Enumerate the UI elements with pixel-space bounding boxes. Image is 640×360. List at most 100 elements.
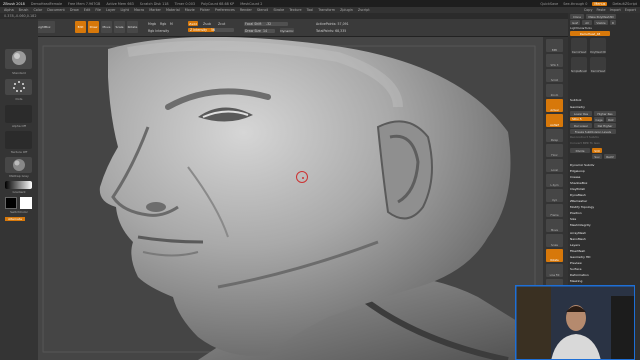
see-through-slider[interactable]: See-through 0 [563,2,587,6]
menu-item-preferences[interactable]: Preferences [215,8,235,12]
geometry-hd-section[interactable]: Geometry HD [570,255,590,259]
frame-button[interactable]: Frame [546,204,563,217]
actual-button[interactable]: Actual [546,99,563,112]
rotate-view-button[interactable]: Rotate [546,249,563,262]
deformation-section[interactable]: Deformation [570,273,589,277]
menu-item-layer[interactable]: Layer [106,8,115,12]
scroll-button[interactable]: Scroll [546,69,563,82]
stroke-thumbnail[interactable] [5,79,32,95]
paste-button[interactable]: Paste [596,8,605,12]
texture-thumbnail[interactable] [5,131,32,149]
export-button[interactable]: Export [625,8,636,12]
menu-item-texture[interactable]: Texture [289,8,301,12]
alpha-thumbnail[interactable] [5,105,32,123]
fibermesh-section[interactable]: FiberMesh [570,249,585,253]
make-polymesh-button[interactable]: Make PolyMesh3D [586,14,616,19]
higher-res-button[interactable]: Higher Res [594,111,616,116]
menu-item-render[interactable]: Render [240,8,252,12]
bpr-button[interactable]: BPR [546,39,563,52]
convert-bpr-button[interactable]: Convert BPR To Geo [570,141,600,145]
move-button[interactable]: Move [101,21,112,33]
main-color-swatch[interactable] [5,197,17,209]
lsym-button[interactable]: L.Sym [546,174,563,187]
freeze-subdiv-button[interactable]: Freeze SubDivision Levels [570,129,616,134]
zsub-button[interactable]: Zsub [203,22,211,26]
tool-thumb-simplebrush[interactable]: SimpleBrush [571,57,587,73]
menu-item-draw[interactable]: Draw [70,8,79,12]
menu-item-material[interactable]: Material [166,8,180,12]
dynamic-subdiv-section[interactable]: Dynamic Subdiv [570,163,594,167]
meshintegrity-section[interactable]: MeshIntegrity [570,223,591,227]
edgeloop-section[interactable]: EdgeLoop [570,169,585,173]
zcut-button[interactable]: Zcut [218,22,225,26]
alternate-button[interactable]: Alternate [5,217,25,221]
menu-item-edit[interactable]: Edit [84,8,91,12]
menus-button[interactable]: Menus [592,1,608,6]
position-section[interactable]: Position [570,211,582,215]
menu-item-file[interactable]: File [95,8,101,12]
import-button[interactable]: Import [610,8,621,12]
menu-item-zplugin[interactable]: Zplugin [340,8,353,12]
gradient-swatch[interactable] [5,181,32,189]
menu-item-zscript[interactable]: Zscript [358,8,370,12]
preview-section[interactable]: Preview [570,261,582,265]
aahalf-button[interactable]: AAHalf [546,114,563,127]
menu-item-marker[interactable]: Marker [149,8,161,12]
tool-thumb-demohead-2[interactable]: DemoHead [590,57,606,73]
move-view-button[interactable]: Move [546,219,563,232]
lower-res-button[interactable]: Lower Res [570,111,592,116]
modify-topology-section[interactable]: Modify Topology [570,205,594,209]
menu-item-color[interactable]: Color [33,8,42,12]
tool-thumb-polymesh[interactable]: PolyMesh3D [590,38,606,54]
scale-view-button[interactable]: Scale [546,234,563,247]
menu-item-document[interactable]: Document [47,8,65,12]
arraymesh-section[interactable]: ArrayMesh [570,231,586,235]
menu-item-stroke[interactable]: Stroke [273,8,284,12]
surface-section[interactable]: Surface [570,267,581,271]
suv-toggle[interactable]: Suv [592,154,602,159]
menu-item-brush[interactable]: Brush [19,8,29,12]
geometry-header[interactable]: Geometry [570,105,585,109]
menu-item-stencil[interactable]: Stencil [257,8,268,12]
clone-button[interactable]: Clone [570,14,584,19]
m-toggle[interactable]: M [170,22,173,26]
cage-button[interactable]: Cage [594,117,604,122]
goz-all-button[interactable]: All [582,20,592,25]
material-thumbnail[interactable] [5,157,32,173]
smt-toggle[interactable]: Smt [592,148,602,153]
quicksave-button[interactable]: QuickSave [540,2,558,6]
nanomesh-section[interactable]: NanoMesh [570,237,586,241]
tool-thumb-demohead[interactable]: DemoHead [571,38,587,54]
goz-r-button[interactable]: R [610,20,616,25]
del-lower-button[interactable]: Del Lower [570,123,592,128]
zremesher-section[interactable]: ZRemesher [570,199,587,203]
default-zscript[interactable]: DefaultZScript [612,2,637,6]
layers-section[interactable]: Layers [570,243,580,247]
menu-item-tool[interactable]: Tool [307,8,314,12]
copy-button[interactable]: Copy [584,8,593,12]
floor-button[interactable]: Floor [546,144,563,157]
dynamesh-section[interactable]: DynaMesh [570,193,586,197]
edit-button[interactable]: Edit [75,21,86,33]
rgb-toggle[interactable]: Rgb [160,22,166,26]
canvas-viewport[interactable] [38,37,543,360]
mrgb-toggle[interactable]: Mrgb [148,22,156,26]
goz-visible-button[interactable]: Visible [594,20,608,25]
crease-section[interactable]: Crease [570,175,580,179]
scale-button[interactable]: Scale [114,21,125,33]
del-higher-button[interactable]: Del Higher [594,123,616,128]
zoom-button[interactable]: Zoom [546,84,563,97]
claypolish-section[interactable]: ClayPolish [570,187,585,191]
line-fill-button[interactable]: Line Fill [546,264,563,277]
masking-section[interactable]: Masking [570,279,582,283]
reconstruct-subdiv-button[interactable]: Reconstruct Subdiv [570,135,599,139]
menu-item-macro[interactable]: Macro [134,8,144,12]
switch-color-button[interactable]: SwitchColor [3,210,35,214]
size-section[interactable]: Size [570,217,576,221]
menu-item-alpha[interactable]: Alpha [4,8,14,12]
menu-item-movie[interactable]: Movie [185,8,195,12]
zadd-button[interactable]: Zadd [188,21,198,26]
xyz-button[interactable]: Xyz [546,189,563,202]
draw-button[interactable]: Draw [88,21,99,33]
rstr-button[interactable]: Rstr [606,117,616,122]
